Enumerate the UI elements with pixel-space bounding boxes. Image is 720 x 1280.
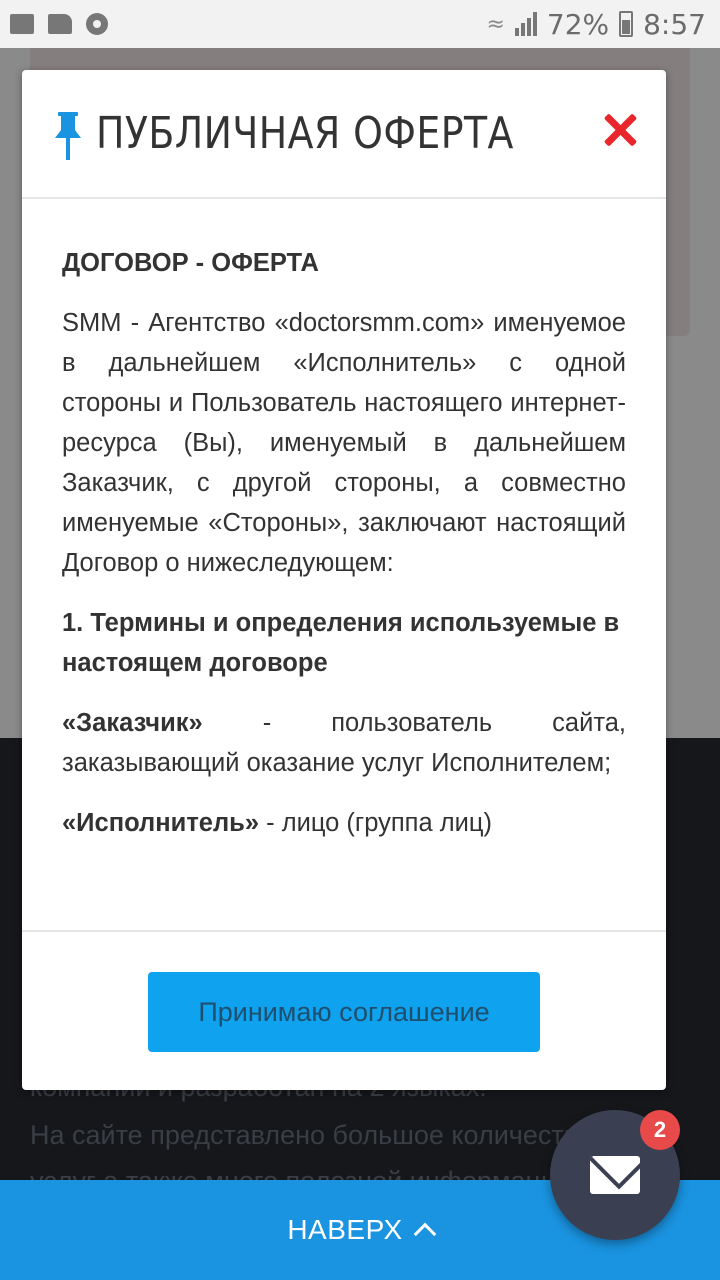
pin-icon [55, 112, 81, 160]
image-icon [10, 14, 34, 34]
contract-heading: ДОГОВОР - ОФЕРТА [62, 249, 319, 277]
modal-footer: Принимаю соглашение [22, 930, 666, 1090]
disc-icon [86, 13, 108, 35]
section-title: 1. Термины и определения используемые в … [62, 609, 620, 677]
term-text: - лицо (группа лиц) [259, 809, 492, 837]
signal-icon [514, 12, 537, 36]
modal-header: ПУБЛИЧНАЯ ОФЕРТА [22, 70, 666, 199]
status-bar-right: ≈ 72% 8:57 [486, 8, 706, 41]
battery-percent: 72% [546, 7, 610, 41]
modal-body[interactable]: ДОГОВОР - ОФЕРТА SMM - Агентство «doctor… [22, 201, 666, 931]
modal-title: ПУБЛИЧНАЯ ОФЕРТА [96, 108, 514, 159]
wifi-icon: ≈ [486, 11, 505, 37]
notification-badge: 2 [640, 1110, 680, 1150]
chevron-up-icon [413, 1222, 436, 1246]
term-name: «Исполнитель» [62, 809, 260, 837]
offer-modal: ПУБЛИЧНАЯ ОФЕРТА ДОГОВОР - ОФЕРТА SMM - … [22, 70, 666, 1090]
close-button[interactable] [600, 110, 640, 150]
term-definition: «Исполнитель» - лицо (группа лиц) [62, 803, 626, 843]
clock: 8:57 [643, 7, 706, 41]
scroll-to-top-label: НАВЕРХ [287, 1214, 403, 1245]
term-definition: «Заказчик» - пользователь сайта, заказыв… [62, 703, 626, 783]
term-name: «Заказчик» [62, 709, 203, 737]
status-bar-left [10, 13, 108, 35]
status-bar: ≈ 72% 8:57 [0, 0, 720, 48]
folder-icon [48, 14, 72, 34]
envelope-icon [590, 1156, 640, 1194]
contract-intro: SMM - Агентство «doctorsmm.com» именуемо… [62, 309, 626, 577]
accept-agreement-button[interactable]: Принимаю соглашение [148, 972, 540, 1052]
battery-icon [619, 11, 634, 37]
